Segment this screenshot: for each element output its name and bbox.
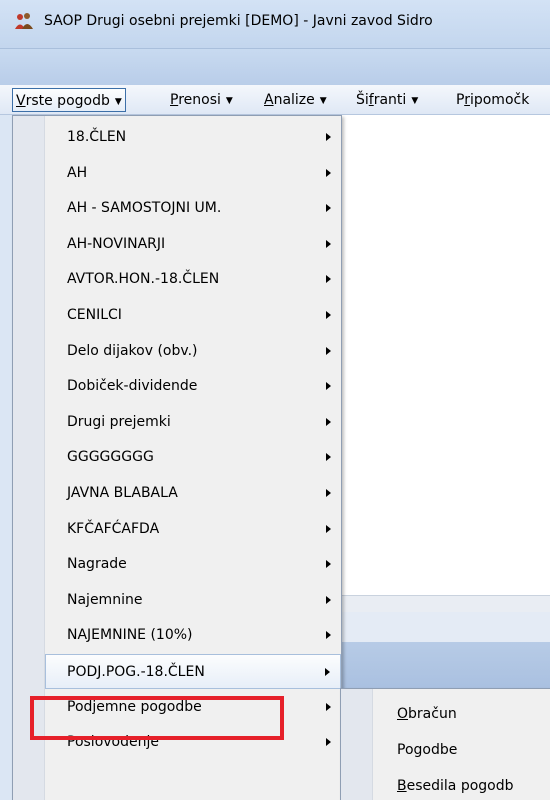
menu-label-prefix: Ši bbox=[356, 92, 369, 108]
dropdown-item[interactable]: JAVNA BLABALA bbox=[45, 476, 341, 511]
triangle-right-icon bbox=[326, 275, 331, 283]
triangle-right-icon bbox=[326, 453, 331, 461]
triangle-right-icon bbox=[326, 560, 331, 568]
dropdown-item[interactable]: PODJ.POG.-18.ČLEN bbox=[45, 654, 341, 689]
dropdown-item-label: AVTOR.HON.-18.ČLEN bbox=[67, 271, 220, 287]
dropdown-item-label: 18.ČLEN bbox=[67, 129, 127, 145]
dropdown-item[interactable]: Delo dijakov (obv.) bbox=[45, 334, 341, 369]
triangle-right-icon bbox=[326, 169, 331, 177]
status-area bbox=[340, 612, 550, 642]
title-bar: SAOP Drugi osebni prejemki [DEMO] - Javn… bbox=[0, 0, 550, 48]
menu-prenosi[interactable]: Prenosi ▼ bbox=[166, 88, 237, 112]
triangle-right-icon bbox=[326, 240, 331, 248]
triangle-right-icon bbox=[326, 703, 331, 711]
dropdown-item[interactable]: CENILCI bbox=[45, 298, 341, 333]
annotation-highlight-box bbox=[30, 696, 284, 740]
menu-label: ipomočk bbox=[469, 92, 530, 108]
dropdown-item-label: GGGGGGGG bbox=[67, 449, 154, 465]
caret-down-icon: ▼ bbox=[411, 96, 419, 106]
dropdown-item[interactable]: Najemnine bbox=[45, 583, 341, 618]
dropdown-item-label: AH - SAMOSTOJNI UM. bbox=[67, 200, 222, 216]
menu-pripomocki[interactable]: Pripomočk bbox=[452, 88, 533, 112]
dropdown-item[interactable]: Dobiček-dividende bbox=[45, 369, 341, 404]
triangle-right-icon bbox=[326, 738, 331, 746]
dropdown-item[interactable]: NAJEMNINE (10%) bbox=[45, 618, 341, 653]
menu-mnemonic: A bbox=[264, 92, 274, 108]
dropdown-item[interactable]: AH bbox=[45, 156, 341, 191]
dropdown-item[interactable]: 18.ČLEN bbox=[45, 120, 341, 155]
dropdown-item-label: Dobiček-dividende bbox=[67, 378, 198, 394]
menu-label: esedila pogodb bbox=[406, 778, 514, 794]
bottom-panel bbox=[340, 642, 550, 690]
dropdown-item-label: NAJEMNINE (10%) bbox=[67, 627, 193, 643]
dropdown-item-label: JAVNA BLABALA bbox=[67, 485, 178, 501]
horizontal-scrollbar[interactable] bbox=[340, 595, 550, 612]
submenu-item-label: Pogodbe bbox=[397, 742, 458, 758]
dropdown-item[interactable]: GGGGGGGG bbox=[45, 440, 341, 475]
dropdown-item-label: Delo dijakov (obv.) bbox=[67, 343, 198, 359]
menu-label: rste pogodb bbox=[25, 93, 110, 109]
dropdown-item[interactable]: AH - SAMOSTOJNI UM. bbox=[45, 191, 341, 226]
menu-icon-gutter bbox=[341, 689, 373, 800]
triangle-right-icon bbox=[326, 204, 331, 212]
caret-down-icon: ▼ bbox=[114, 97, 122, 107]
submenu-item-label: Obračun bbox=[397, 697, 457, 732]
dropdown-item[interactable]: AH-NOVINARJI bbox=[45, 227, 341, 262]
people-icon bbox=[15, 13, 33, 29]
dropdown-item-label: KFČAFĆAFDA bbox=[67, 521, 160, 537]
menu-mnemonic: P bbox=[170, 92, 179, 108]
menu-bar: Vrste pogodb ▼ Prenosi ▼ Analize ▼ Šifranti… bbox=[0, 85, 550, 115]
menu-label-prefix: P bbox=[456, 92, 465, 108]
dropdown-item-label: CENILCI bbox=[67, 307, 122, 323]
dropdown-item-label: AH bbox=[67, 165, 88, 181]
caret-down-icon: ▼ bbox=[225, 96, 233, 106]
submenu-item-label: Besedila pogodb bbox=[397, 769, 514, 800]
menu-mnemonic: V bbox=[16, 93, 26, 109]
dropdown-item[interactable]: AVTOR.HON.-18.ČLEN bbox=[45, 262, 341, 297]
menu-label: bračun bbox=[408, 706, 457, 722]
menu-label: renosi bbox=[178, 92, 221, 108]
triangle-right-icon bbox=[326, 596, 331, 604]
submenu-item-obracun[interactable]: Obračun bbox=[373, 697, 550, 732]
window-title: SAOP Drugi osebni prejemki [DEMO] - Javn… bbox=[44, 13, 433, 29]
dropdown-item[interactable]: Drugi prejemki bbox=[45, 405, 341, 440]
triangle-right-icon bbox=[326, 133, 331, 141]
triangle-right-icon bbox=[326, 631, 331, 639]
main-work-area bbox=[340, 115, 550, 595]
dropdown-item-label: Najemnine bbox=[67, 592, 143, 608]
triangle-right-icon bbox=[326, 382, 331, 390]
dropdown-item-label: AH-NOVINARJI bbox=[67, 236, 166, 252]
dropdown-item[interactable]: Nagrade bbox=[45, 547, 341, 582]
triangle-right-icon bbox=[326, 347, 331, 355]
menu-mnemonic: O bbox=[397, 706, 409, 722]
menu-label: nalize bbox=[273, 92, 315, 108]
caret-down-icon: ▼ bbox=[319, 96, 327, 106]
triangle-right-icon bbox=[326, 525, 331, 533]
toolbar-area bbox=[0, 48, 550, 85]
triangle-right-icon bbox=[326, 311, 331, 319]
podj-pog-submenu: Obračun Pogodbe Besedila pogodb bbox=[340, 688, 550, 800]
submenu-item-pogodbe[interactable]: Pogodbe bbox=[373, 733, 550, 768]
menu-sifranti[interactable]: Šifranti ▼ bbox=[352, 88, 422, 112]
dropdown-item-label: Nagrade bbox=[67, 556, 127, 572]
menu-analize[interactable]: Analize ▼ bbox=[260, 88, 331, 112]
triangle-right-icon bbox=[326, 489, 331, 497]
dropdown-item[interactable]: KFČAFĆAFDA bbox=[45, 512, 341, 547]
submenu-item-besedila-pogodb[interactable]: Besedila pogodb bbox=[373, 769, 550, 800]
triangle-right-icon bbox=[325, 668, 330, 676]
menu-label: ranti bbox=[373, 92, 407, 108]
menu-mnemonic: B bbox=[397, 778, 407, 794]
menu-vrste-pogodb[interactable]: Vrste pogodb ▼ bbox=[12, 88, 126, 112]
dropdown-item-label: Drugi prejemki bbox=[67, 414, 171, 430]
dropdown-item-label: PODJ.POG.-18.ČLEN bbox=[67, 664, 205, 680]
triangle-right-icon bbox=[326, 418, 331, 426]
